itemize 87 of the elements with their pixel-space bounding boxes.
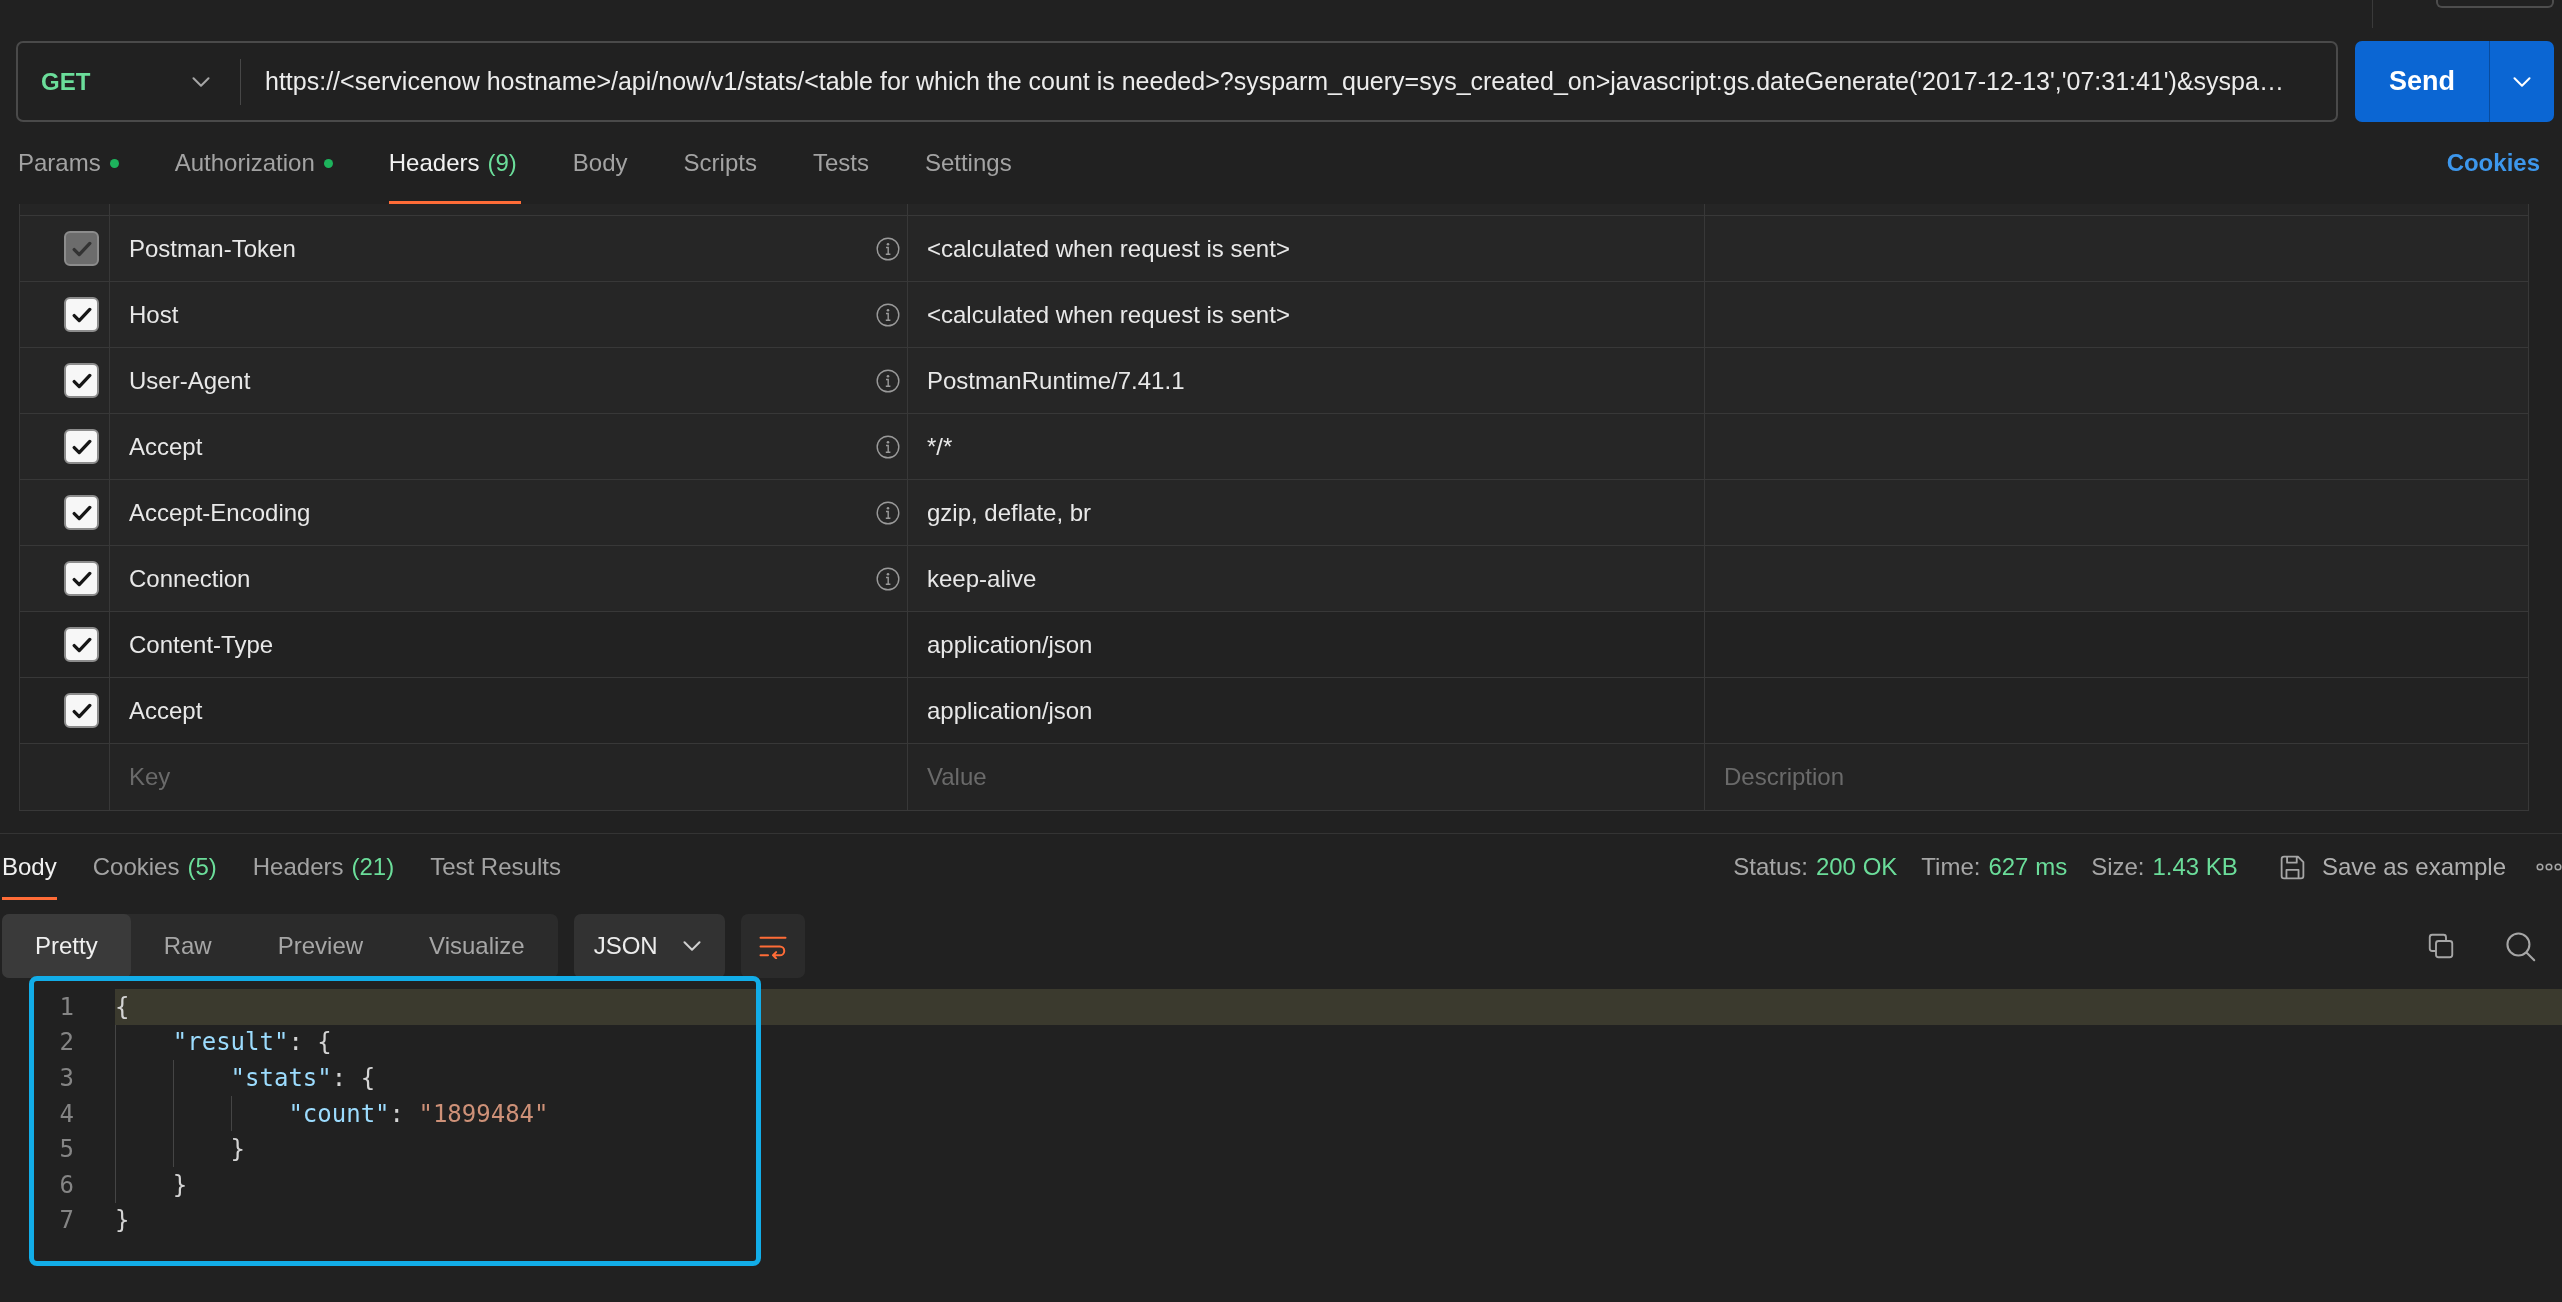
checkmark-icon [71,636,92,653]
checkmark-icon [71,702,92,719]
wrap-lines-button[interactable] [740,914,805,978]
search-icon[interactable] [2504,929,2537,963]
checkbox[interactable] [64,561,99,596]
info-icon [876,368,900,393]
format-dropdown[interactable]: JSON [573,914,725,978]
response-tab[interactable]: Test Results [430,834,561,900]
response-tab[interactable]: Body [2,834,57,900]
header-key: Host [129,300,179,329]
header-value: PostmanRuntime/7.41.1 [927,366,1185,395]
header-value: gzip, deflate, br [927,498,1092,527]
url-field[interactable]: https://<servicenow hostname>/api/now/v1/stats/<table for which the count is needed>?sysparm_query=sys_created_on>javascript:gs.dateGenerate('2017-12-13','07:31:41')&syspa… [265,67,2284,96]
stat-value: 627 ms [1988,853,2068,881]
line-number: 4 [59,1099,74,1128]
header-value: keep-alive [927,564,1037,593]
line-number: 5 [59,1135,74,1164]
code-line: } [172,1170,188,1199]
request-tab[interactable]: Settings [924,122,1016,204]
code-line: "count": "1899484" [288,1099,549,1128]
checkbox[interactable] [64,495,99,530]
view-mode-tab[interactable]: Preview [244,914,397,978]
chevron-icon [192,76,210,87]
header-key: Postman-Token [129,234,296,263]
line-number: 7 [59,1206,74,1235]
line-number: 2 [59,1028,74,1057]
checkbox[interactable] [64,363,99,398]
checkbox[interactable] [64,429,99,464]
stat-value: 1.43 KB [2152,853,2238,881]
value-input[interactable]: Value [908,744,1704,810]
description-input[interactable]: Description [1705,744,2528,810]
checkbox[interactable] [64,693,99,728]
request-tab[interactable]: Body [572,122,632,204]
checkbox[interactable] [64,627,99,662]
method-dropdown[interactable]: GET [18,43,240,120]
checkbox[interactable] [64,297,99,332]
checkmark-icon [71,240,92,257]
view-mode-tab[interactable]: Pretty [2,914,131,978]
line-number: 1 [59,992,74,1021]
response-tab[interactable]: Headers (21) [252,834,395,900]
header-key: User-Agent [129,366,251,395]
checkmark-icon [71,504,92,521]
save-example-button[interactable]: Save as example [2277,852,2506,882]
code-line: { [115,992,130,1021]
stat-label: Time: [1921,853,1981,881]
code-line: } [230,1135,246,1164]
line-number: 6 [59,1170,74,1199]
header-key: Accept [129,432,203,461]
header-key: Connection [129,564,251,593]
request-tab[interactable]: Authorization [174,122,337,204]
send-button[interactable]: Send [2355,41,2489,122]
response-tab[interactable]: Cookies (5) [92,834,217,900]
more-icon[interactable] [2536,863,2562,871]
request-tab[interactable]: Tests [812,122,873,204]
header-value: <calculated when request is sent> [927,300,1290,329]
header-key: Content-Type [129,630,274,659]
stat-value: 200 OK [1815,853,1898,881]
info-icon [876,302,900,327]
checkmark-icon [71,372,92,389]
cookies-link[interactable]: Cookies [2446,149,2544,177]
code-line: "result": { [172,1028,332,1057]
header-value: application/json [927,630,1093,659]
checkmark-icon [71,306,92,323]
header-key: Accept [129,696,203,725]
header-key: Accept-Encoding [129,498,311,527]
view-mode-tab[interactable]: Visualize [396,914,558,978]
info-icon [876,566,900,591]
key-input[interactable]: Key [110,744,907,810]
header-value: <calculated when request is sent> [927,234,1290,263]
chevron-icon [2513,76,2531,87]
info-icon [876,500,900,525]
header-value: application/json [927,696,1093,725]
info-icon [876,236,900,261]
view-mode-tab[interactable]: Raw [130,914,245,978]
copy-icon[interactable] [2426,931,2456,961]
request-tab[interactable]: Params [18,122,123,204]
info-icon [876,434,900,459]
request-tab[interactable]: Scripts [683,122,761,204]
code-line: "stats": { [230,1064,376,1092]
stat-label: Size: [2091,853,2145,881]
line-number: 3 [59,1064,74,1092]
stat-label: Status: [1733,853,1808,881]
checkmark-icon [71,570,92,587]
header-value: */* [927,432,953,461]
checkmark-icon [71,438,92,455]
chevron-icon [682,941,701,951]
code-line: } [115,1206,130,1235]
